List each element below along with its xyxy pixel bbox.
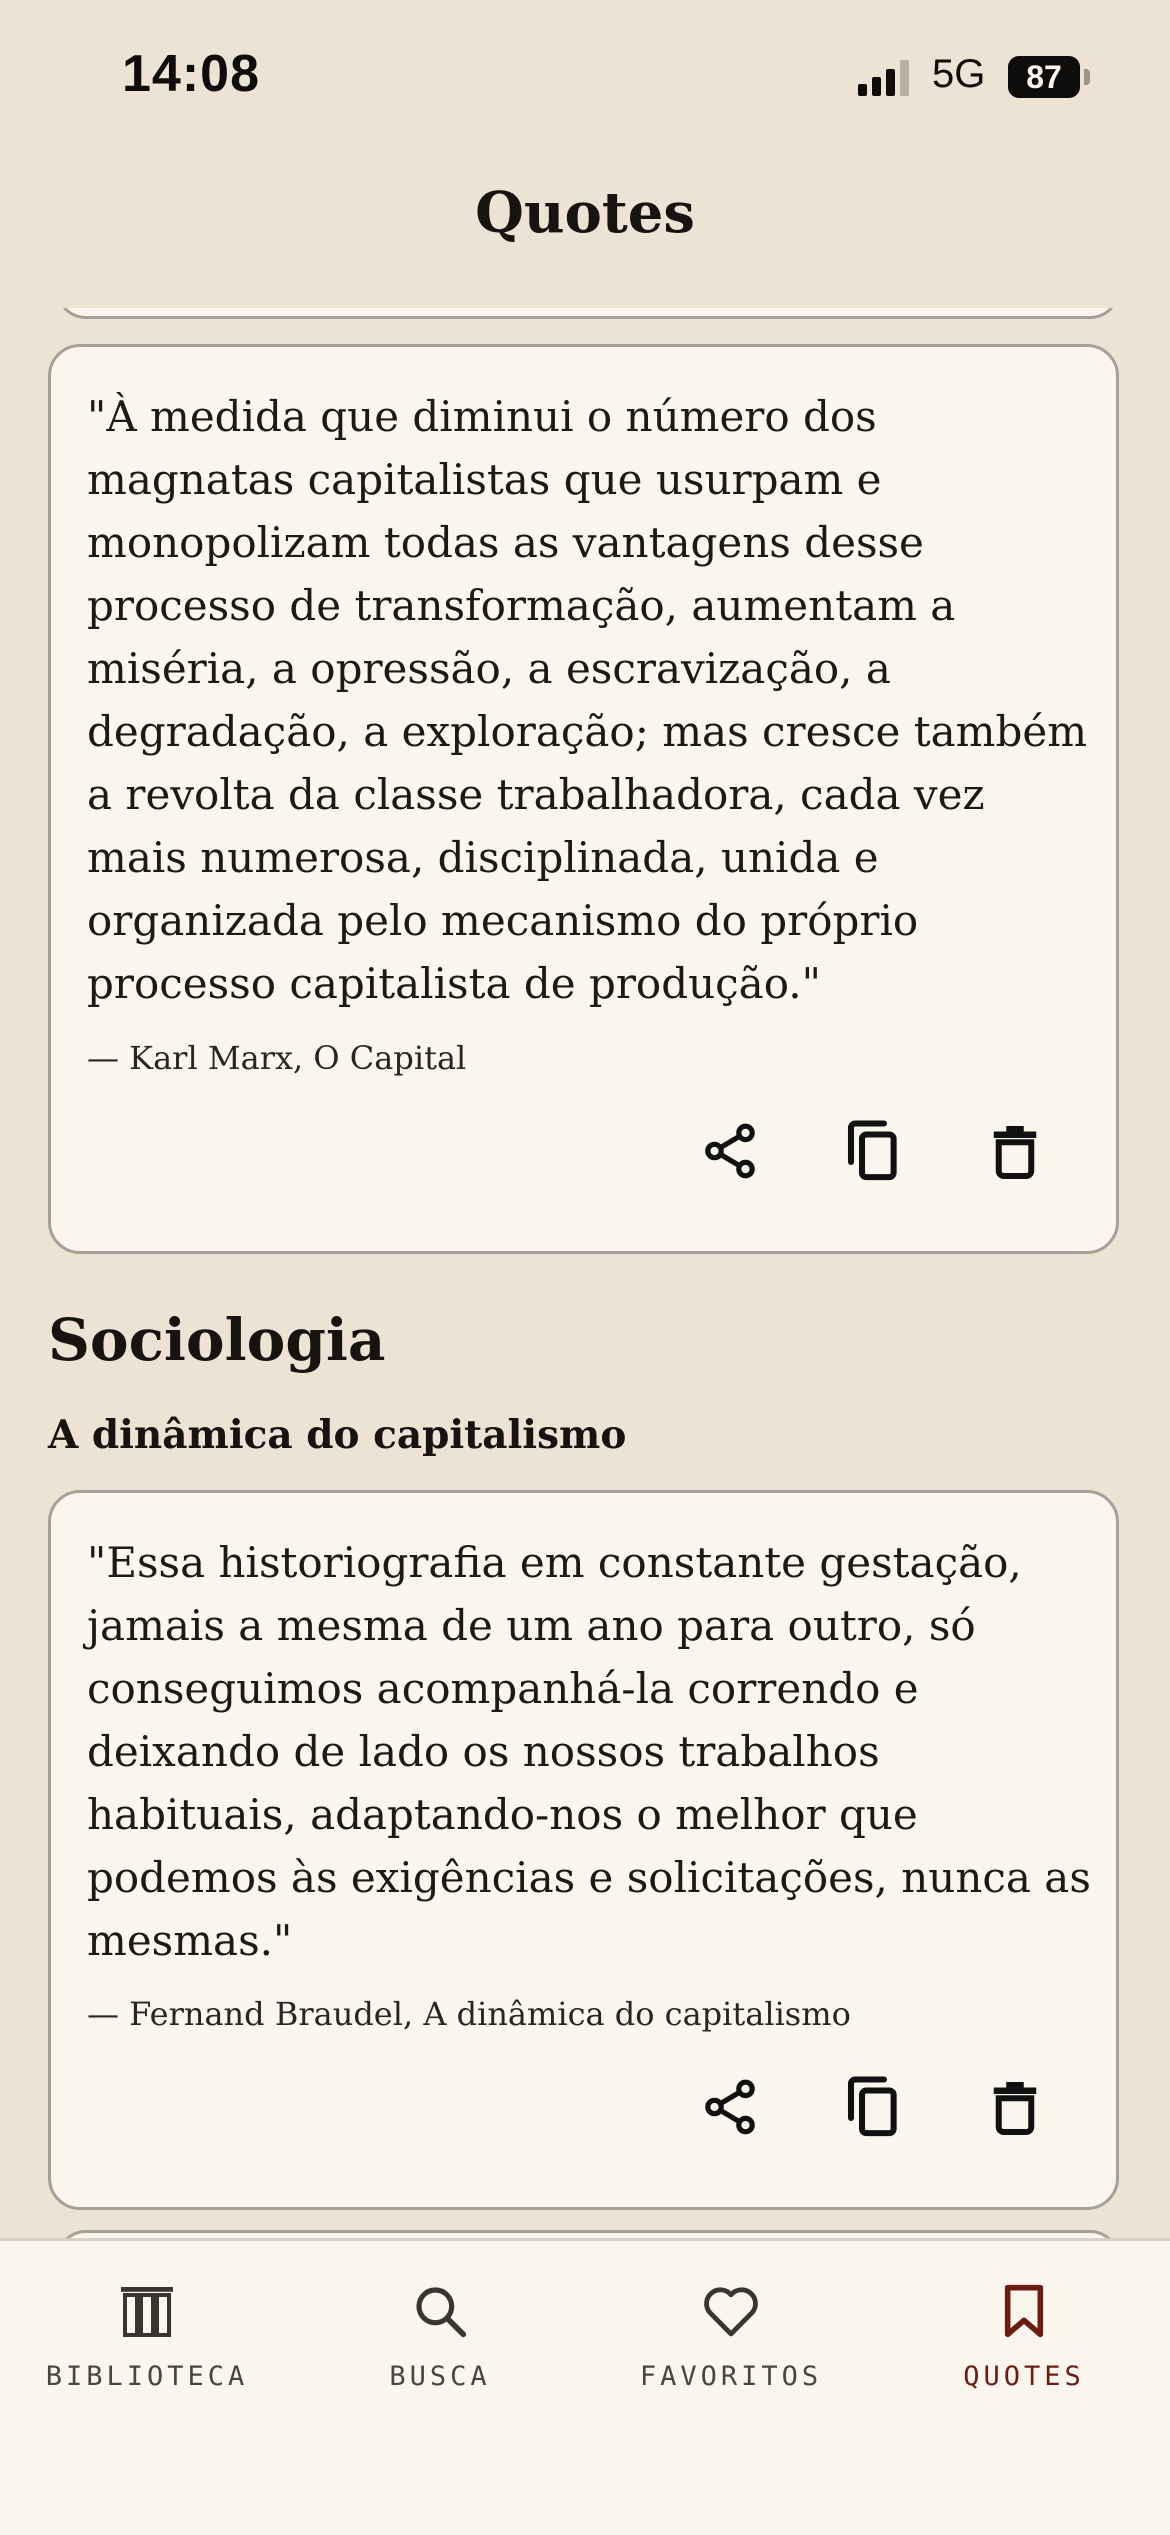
tab-label: BUSCA	[389, 2361, 491, 2392]
tab-biblioteca[interactable]: BIBLIOTECA	[27, 2281, 267, 2411]
search-icon	[410, 2281, 470, 2341]
trash-icon	[993, 1126, 1037, 1179]
tab-favoritos[interactable]: FAVORITOS	[611, 2281, 851, 2411]
page-title: Quotes	[475, 180, 695, 246]
delete-button[interactable]	[971, 1107, 1059, 1195]
quote-card[interactable]: "Essa historiografia em constante gestaç…	[48, 1490, 1119, 2210]
share-button[interactable]	[686, 2063, 774, 2151]
status-time: 14:08	[122, 45, 260, 103]
share-button[interactable]	[686, 1107, 774, 1195]
tab-bar: BIBLIOTECA BUSCA FAVORITOS QUOTES	[0, 2238, 1170, 2535]
book-title: A dinâmica do capitalismo	[48, 1412, 627, 1458]
tab-label: FAVORITOS	[639, 2361, 823, 2392]
battery-level: 87	[1008, 56, 1080, 98]
quote-attribution: — Fernand Braudel, A dinâmica do capital…	[87, 1995, 851, 2033]
copy-icon	[847, 2076, 897, 2137]
tab-quotes[interactable]: QUOTES	[904, 2281, 1144, 2411]
tab-busca[interactable]: BUSCA	[320, 2281, 560, 2411]
trash-icon	[993, 2082, 1037, 2135]
tab-label: QUOTES	[963, 2361, 1085, 2392]
quote-text: "À medida que diminui o número dos magna…	[87, 392, 1088, 1008]
battery-cap	[1084, 69, 1090, 85]
section-title: Sociologia	[48, 1306, 386, 1374]
tab-label: BIBLIOTECA	[45, 2361, 249, 2392]
battery-icon: 87	[1008, 56, 1092, 98]
copy-button[interactable]	[829, 1107, 917, 1195]
heart-icon	[701, 2281, 761, 2341]
share-icon	[705, 2079, 755, 2135]
delete-button[interactable]	[971, 2063, 1059, 2151]
signal-icon	[858, 60, 909, 96]
copy-button[interactable]	[829, 2063, 917, 2151]
quote-attribution: — Karl Marx, O Capital	[87, 1039, 467, 1077]
share-icon	[705, 1123, 755, 1179]
bookmark-icon	[994, 2281, 1054, 2341]
quote-card[interactable]: "À medida que diminui o número dos magna…	[48, 344, 1119, 1254]
quote-text: "Essa historiografia em constante gestaç…	[87, 1538, 1091, 1965]
status-bar: 14:08 5G 87	[0, 0, 1170, 150]
network-type: 5G	[932, 52, 986, 96]
books-icon	[117, 2281, 177, 2341]
copy-icon	[847, 1120, 897, 1181]
